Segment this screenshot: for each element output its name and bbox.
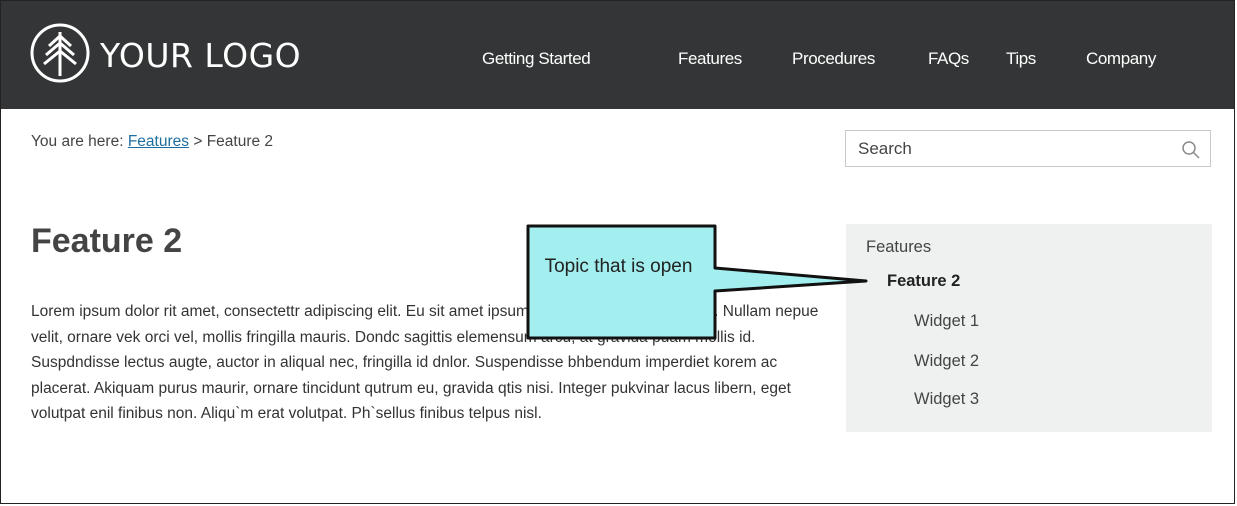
nav-features[interactable]: Features [678, 49, 742, 69]
logo-text: YOUR LOGO [100, 35, 302, 75]
search-icon[interactable] [1181, 140, 1201, 160]
logo[interactable]: YOUR LOGO [29, 22, 302, 89]
nav-procedures[interactable]: Procedures [792, 49, 875, 69]
breadcrumb-link-features[interactable]: Features [128, 133, 189, 150]
page-body-text: Lorem ipsum dolor rit amet, consectettr … [31, 303, 819, 423]
sidenav-item-widget-3[interactable]: Widget 3 [914, 390, 979, 409]
sidenav-heading-features[interactable]: Features [866, 238, 931, 257]
breadcrumb-current: Feature 2 [206, 133, 274, 150]
page-title: Feature 2 [31, 222, 183, 260]
nav-faqs[interactable]: FAQs [928, 49, 969, 69]
search-box [845, 130, 1211, 167]
sidenav-item-feature-2[interactable]: Feature 2 [887, 272, 960, 291]
sidenav-item-widget-2[interactable]: Widget 2 [914, 352, 979, 371]
sidenav-item-widget-1[interactable]: Widget 1 [914, 312, 979, 331]
search-input[interactable] [846, 131, 1178, 166]
breadcrumb: You are here: Features > Feature 2 [31, 133, 273, 151]
nav-company[interactable]: Company [1086, 49, 1156, 69]
nav-getting-started[interactable]: Getting Started [482, 49, 591, 69]
callout-text: Topic that is open [544, 256, 693, 277]
nav-tips[interactable]: Tips [1006, 49, 1036, 69]
breadcrumb-separator: > [193, 133, 203, 150]
side-navigation: Features Feature 2 Widget 1 Widget 2 Wid… [846, 224, 1212, 432]
header-bar: YOUR LOGO Getting Started Features Proce… [1, 1, 1234, 109]
tree-icon [29, 22, 91, 89]
breadcrumb-prefix: You are here: [31, 133, 124, 150]
